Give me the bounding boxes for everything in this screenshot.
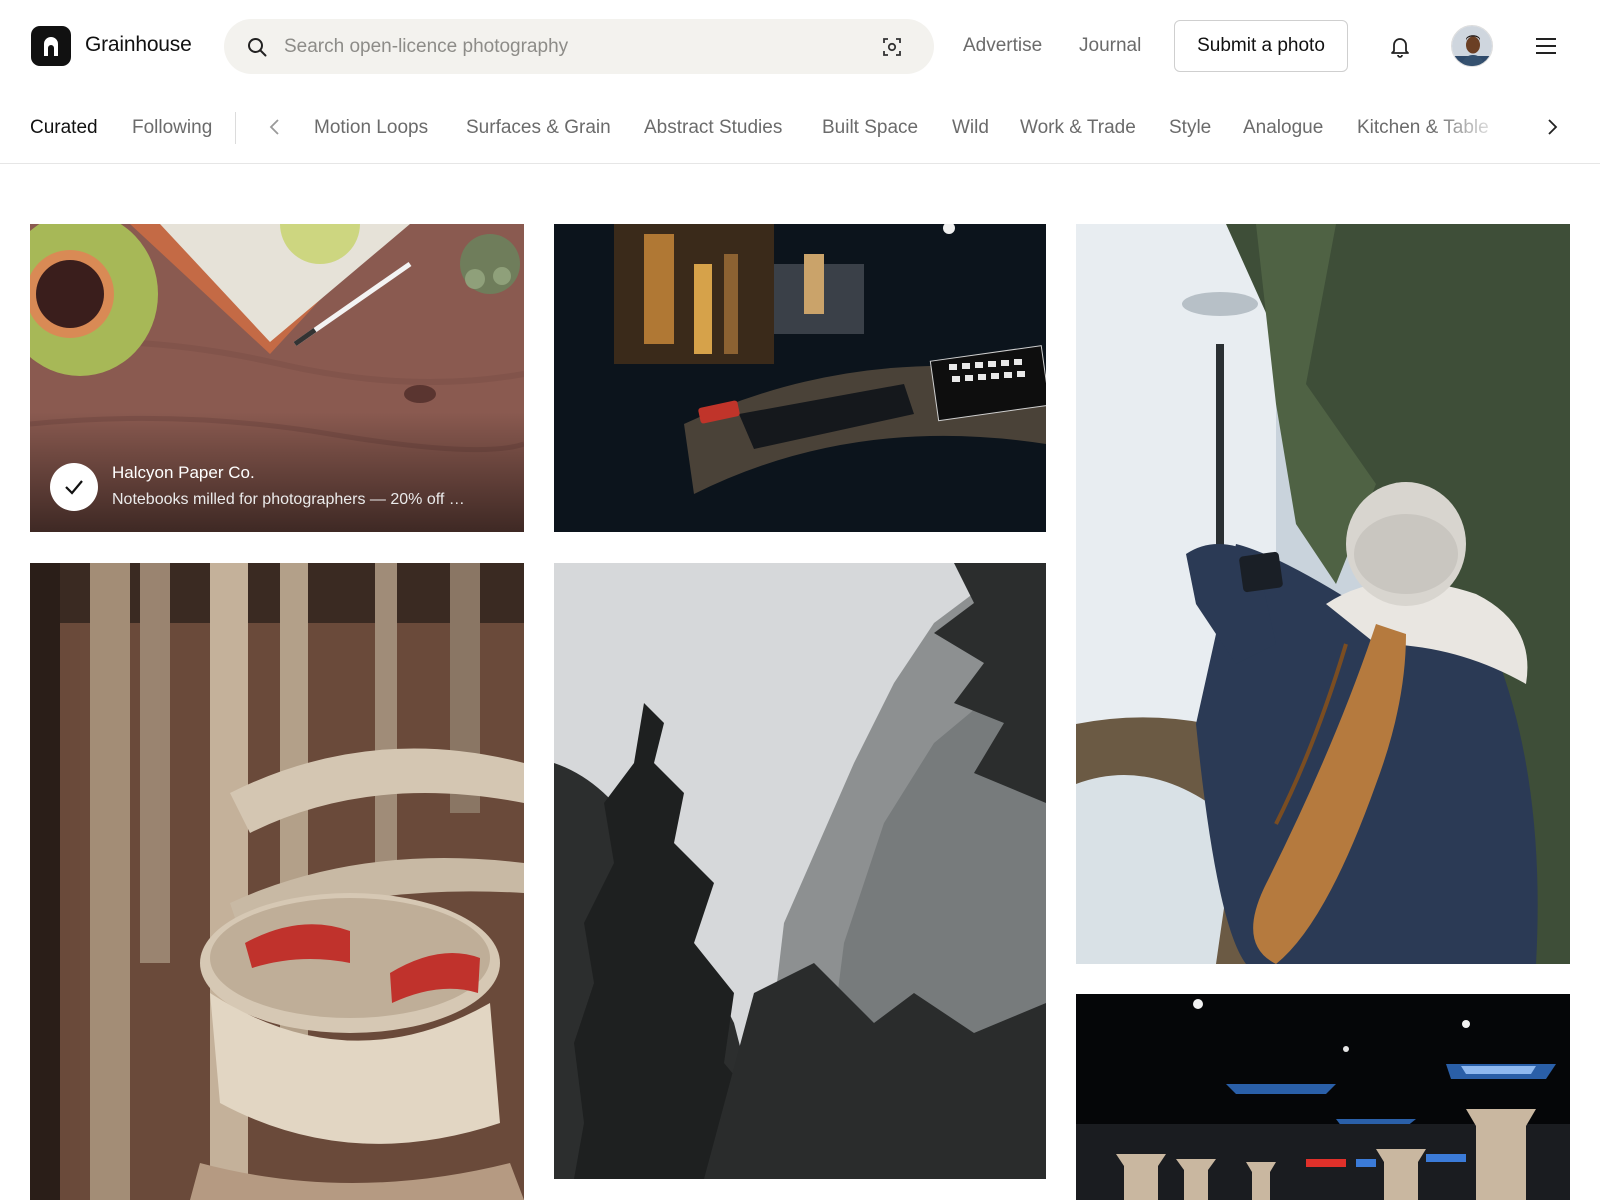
tab-following[interactable]: Following <box>132 117 212 139</box>
tab-style[interactable]: Style <box>1169 117 1211 139</box>
chevron-left-icon[interactable] <box>268 118 282 136</box>
photo-card[interactable] <box>1076 994 1570 1200</box>
sponsor-check-badge <box>50 463 98 511</box>
photo-card-sponsored[interactable]: Halcyon Paper Co. Notebooks milled for p… <box>30 224 524 532</box>
sponsor-name[interactable]: Halcyon Paper Co. <box>112 463 255 483</box>
sponsor-tagline: Notebooks milled for photographers — 20%… <box>112 491 465 508</box>
top-header: Grainhouse Advertise Journal Submit a ph… <box>0 0 1600 92</box>
photo-card[interactable] <box>554 224 1046 532</box>
photo-card[interactable] <box>1076 224 1570 964</box>
tab-divider <box>235 112 236 144</box>
tab-motion-loops[interactable]: Motion Loops <box>314 117 428 139</box>
check-icon <box>65 480 83 495</box>
tab-kitchen-table[interactable]: Kitchen & Table <box>1357 117 1489 139</box>
search-icon <box>248 38 267 57</box>
menu-icon[interactable] <box>1535 37 1557 55</box>
brand-name[interactable]: Grainhouse <box>85 33 192 57</box>
category-tabs: Curated Following Motion Loops Surfaces … <box>0 92 1600 164</box>
tab-curated[interactable]: Curated <box>30 117 98 139</box>
journal-link[interactable]: Journal <box>1079 35 1141 57</box>
bell-icon[interactable] <box>1389 34 1411 58</box>
logo-icon[interactable] <box>31 26 71 66</box>
advertise-link[interactable]: Advertise <box>963 35 1042 57</box>
tab-abstract-studies[interactable]: Abstract Studies <box>644 117 782 139</box>
chevron-right-icon[interactable] <box>1545 118 1559 136</box>
photo-card[interactable] <box>554 563 1046 1179</box>
search-input[interactable] <box>284 27 844 66</box>
visual-search-icon[interactable] <box>880 35 904 59</box>
sponsor-overlay <box>30 412 524 532</box>
photo-card[interactable] <box>30 563 524 1200</box>
avatar[interactable] <box>1451 25 1493 67</box>
tab-wild[interactable]: Wild <box>952 117 989 139</box>
tab-analogue[interactable]: Analogue <box>1243 117 1323 139</box>
tab-surfaces-grain[interactable]: Surfaces & Grain <box>466 117 611 139</box>
submit-photo-button[interactable]: Submit a photo <box>1174 20 1348 72</box>
tab-built-space[interactable]: Built Space <box>822 117 918 139</box>
tab-work-trade[interactable]: Work & Trade <box>1020 117 1136 139</box>
search-bar <box>224 19 934 74</box>
